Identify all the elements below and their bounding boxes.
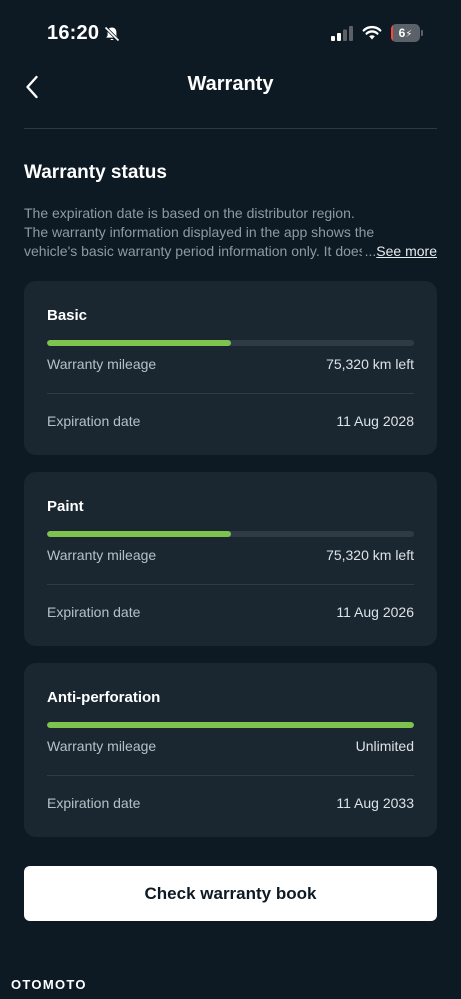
status-bar: 16:20 6⚡: [0, 0, 461, 68]
mileage-value: Unlimited: [355, 738, 414, 754]
warranty-progress-bar: [47, 531, 414, 537]
card-divider: [47, 775, 414, 776]
warranty-card-paint: Paint Warranty mileage 75,320 km left Ex…: [24, 472, 437, 646]
warranty-progress-bar: [47, 722, 414, 728]
mileage-label: Warranty mileage: [47, 738, 157, 754]
wifi-icon: [362, 25, 382, 40]
ellipsis: ...: [364, 243, 377, 259]
bell-off-icon: [104, 26, 120, 42]
expiration-value: 11 Aug 2033: [336, 795, 414, 811]
warranty-screen: 16:20 6⚡ Warranty Warranty status The ex…: [0, 0, 461, 999]
signal-icon: [331, 26, 353, 41]
warranty-description: The expiration date is based on the dist…: [24, 204, 437, 261]
warranty-card-basic: Basic Warranty mileage 75,320 km left Ex…: [24, 281, 437, 455]
status-time: 16:20: [47, 22, 100, 44]
mileage-label: Warranty mileage: [47, 547, 157, 563]
mileage-value: 75,320 km left: [326, 547, 414, 563]
warranty-card-anti-perforation: Anti-perforation Warranty mileage Unlimi…: [24, 663, 437, 837]
warranty-progress-fill: [47, 340, 231, 346]
charging-bolt-icon: ⚡: [405, 29, 413, 40]
header-divider: [24, 128, 437, 129]
check-warranty-book-button[interactable]: Check warranty book: [24, 866, 437, 921]
mileage-label: Warranty mileage: [47, 356, 157, 372]
warranty-progress-fill: [47, 722, 414, 728]
card-title: Basic: [47, 307, 88, 324]
see-more-link[interactable]: See more: [376, 243, 437, 259]
warranty-progress-bar: [47, 340, 414, 346]
description-line-2: The warranty information displayed in th…: [24, 224, 375, 240]
warranty-progress-fill: [47, 531, 231, 537]
description-line-1: The expiration date is based on the dist…: [24, 205, 355, 221]
expiration-label: Expiration date: [47, 413, 141, 429]
battery-icon: 6⚡: [391, 24, 423, 42]
description-line-3: vehicle's basic warranty period informat…: [24, 243, 366, 259]
expiration-label: Expiration date: [47, 604, 141, 620]
expiration-label: Expiration date: [47, 795, 141, 811]
card-divider: [47, 393, 414, 394]
card-title: Anti-perforation: [47, 689, 161, 706]
card-title: Paint: [47, 498, 84, 515]
watermark-logo: OTOMOTO: [11, 977, 87, 992]
page-title: Warranty: [187, 73, 274, 95]
expiration-value: 11 Aug 2026: [336, 604, 414, 620]
card-divider: [47, 584, 414, 585]
expiration-value: 11 Aug 2028: [336, 413, 414, 429]
section-title: Warranty status: [24, 162, 167, 183]
mileage-value: 75,320 km left: [326, 356, 414, 372]
